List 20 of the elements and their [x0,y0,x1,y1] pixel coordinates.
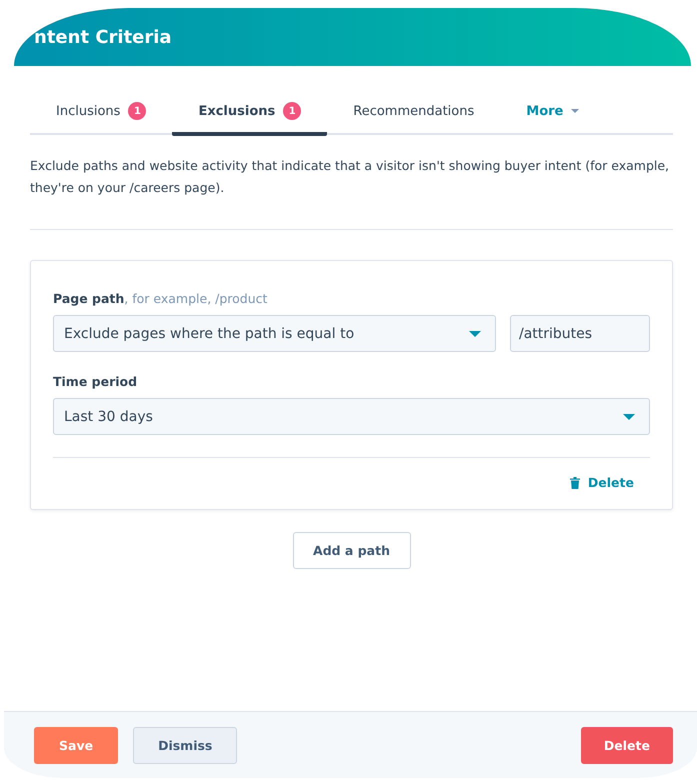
dialog-title: ntent Criteria [34,26,172,48]
description-text: Exclude paths and website activity that indicate that a visitor isn't showing buyer intent (for example, they're on your /careers page). [30,155,673,230]
time-period-dropdown[interactable]: Last 30 days [53,398,650,435]
more-tab[interactable]: More [500,92,606,136]
tab[interactable]: Recommendations [327,92,500,136]
count-badge: 1 [128,102,146,120]
field-label: Time period [53,374,138,389]
count-badge: 1 [283,102,302,120]
path-input[interactable]: /attributes [510,315,650,352]
field-label: Page path, for example, /product [53,291,268,306]
dismiss-button[interactable]: Dismiss [133,726,238,764]
caret-icon [469,330,481,336]
tab[interactable]: Exclusions 1 [172,92,328,136]
delete-link[interactable]: Delete [564,474,640,491]
caret-icon [571,109,580,113]
rule-dropdown[interactable]: Exclude pages where the path is equal to [53,315,496,352]
add-path-button[interactable]: Add a path [292,532,410,569]
tab[interactable]: Inclusions 1 [30,92,172,136]
trash-icon [570,476,580,488]
caret-icon [623,414,635,420]
